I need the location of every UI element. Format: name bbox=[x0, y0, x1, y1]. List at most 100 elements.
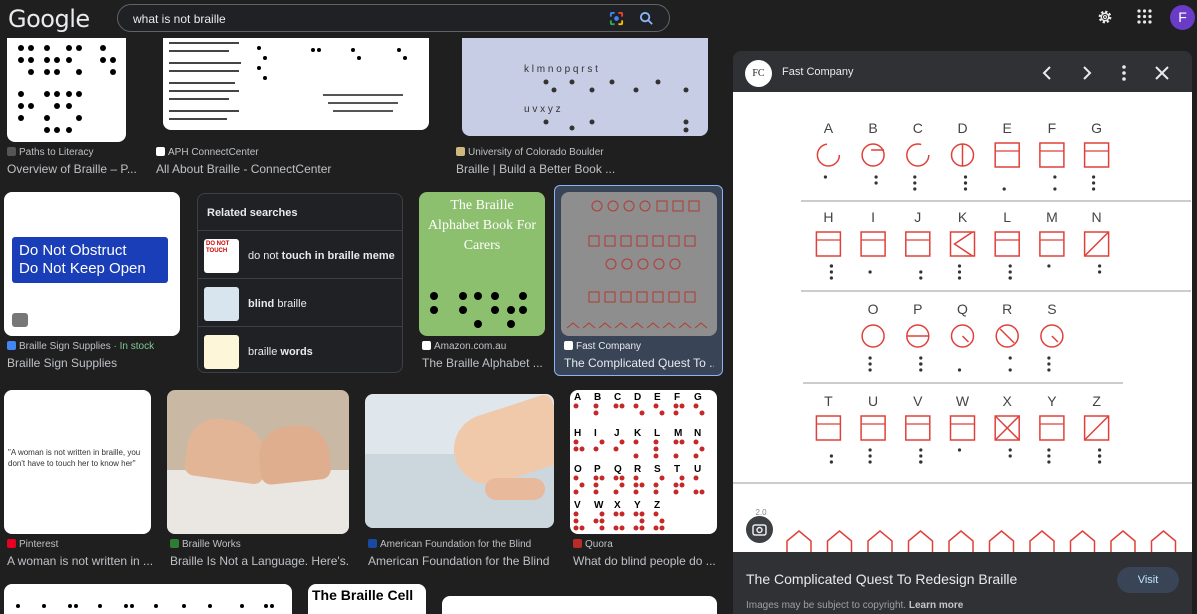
result-image-pinterest[interactable]: "A woman is not written in braille, you … bbox=[4, 390, 151, 534]
letter-label: D bbox=[957, 120, 967, 136]
settings-gear-icon[interactable] bbox=[1096, 8, 1114, 26]
svg-text:F: F bbox=[674, 392, 680, 403]
google-lens-icon[interactable] bbox=[609, 11, 624, 26]
result-image-aph[interactable] bbox=[163, 38, 429, 130]
braille-dot bbox=[1053, 187, 1057, 191]
braille-dot bbox=[1047, 448, 1051, 452]
google-logo[interactable]: Google bbox=[8, 5, 90, 33]
price-tag-icon bbox=[12, 313, 28, 327]
result-title[interactable]: Overview of Braille – P... bbox=[7, 162, 157, 176]
result-source[interactable]: Quora bbox=[573, 539, 723, 550]
result-title[interactable]: Braille Is Not a Language. Here's... bbox=[170, 554, 350, 568]
result-image-braille-strip[interactable] bbox=[4, 584, 292, 614]
account-avatar[interactable]: F bbox=[1170, 5, 1195, 30]
braille-dot bbox=[963, 181, 968, 185]
close-icon[interactable] bbox=[1153, 64, 1171, 82]
result-source[interactable]: Braille Works bbox=[170, 539, 350, 550]
braille-dot bbox=[957, 448, 962, 452]
braille-dot bbox=[1008, 454, 1012, 458]
result-title[interactable]: What do blind people do ... bbox=[573, 554, 723, 568]
search-input[interactable]: what is not braille bbox=[133, 12, 226, 26]
braille-dot bbox=[1047, 362, 1051, 366]
braille-dot bbox=[1047, 368, 1051, 372]
result-source[interactable]: Braille Sign Supplies · In stock bbox=[7, 341, 183, 352]
result-image-colorado[interactable]: k l m n o p q r s t u v x y z bbox=[462, 38, 708, 136]
letter-label: H bbox=[823, 209, 833, 225]
braille-dots-image bbox=[430, 292, 527, 328]
result-title[interactable]: Braille Sign Supplies bbox=[7, 356, 183, 370]
result-source[interactable]: Amazon.com.au bbox=[422, 341, 552, 352]
learn-more-link[interactable]: Learn more bbox=[909, 600, 963, 611]
braille-dot bbox=[919, 454, 923, 458]
braille-dot bbox=[1092, 181, 1096, 185]
svg-text:Y: Y bbox=[634, 500, 641, 511]
result-title[interactable]: American Foundation for the Blind bbox=[368, 554, 554, 568]
result-image-amazon-book[interactable]: The Braille Alphabet Book For Carers bbox=[419, 192, 545, 336]
result-source[interactable]: Pinterest bbox=[7, 539, 157, 550]
braille-dot bbox=[868, 460, 872, 464]
letter-label: U bbox=[868, 393, 878, 409]
svg-text:u v x y z: u v x y z bbox=[524, 104, 561, 115]
result-image-partial[interactable] bbox=[442, 596, 717, 614]
result-title[interactable]: A woman is not written in ... bbox=[7, 554, 152, 568]
search-box[interactable]: what is not braille bbox=[117, 4, 670, 32]
result-title[interactable]: The Complicated Quest To ... bbox=[564, 356, 714, 370]
result-source[interactable]: University of Colorado Boulder bbox=[456, 147, 716, 158]
search-inside-image-button[interactable] bbox=[746, 516, 773, 543]
result-image-braille-works[interactable] bbox=[167, 390, 349, 534]
result-image-afb[interactable] bbox=[365, 394, 554, 528]
result-title[interactable]: All About Braille - ConnectCenter bbox=[156, 162, 416, 176]
svg-text:U: U bbox=[694, 464, 701, 475]
braille-dot bbox=[1047, 460, 1051, 464]
preview-image[interactable]: A B C D E F G H I J K L M N O P Q R S T U V W X Y Z 2.0 bbox=[733, 92, 1192, 556]
braille-dot bbox=[829, 264, 833, 268]
letter-symbol bbox=[1039, 415, 1065, 441]
letter-label: A bbox=[824, 120, 834, 136]
result-image-braille-cell[interactable]: The Braille Cell bbox=[308, 584, 426, 614]
braille-dot bbox=[1008, 356, 1012, 360]
glyph-house-mark bbox=[948, 530, 974, 556]
search-icon[interactable] bbox=[639, 11, 654, 26]
braille-redesign-chart: A B C D E F GH I J K L M NO P Q R ST U V W X Y Z2.0 bbox=[733, 120, 1192, 556]
previous-arrow-icon[interactable] bbox=[1039, 64, 1057, 82]
braille-dot bbox=[957, 276, 962, 280]
result-title[interactable]: The Braille Alphabet ... bbox=[422, 356, 546, 370]
result-title[interactable]: Braille | Build a Better Book ... bbox=[456, 162, 716, 176]
letter-label: S bbox=[1047, 301, 1056, 317]
braille-dot bbox=[1098, 264, 1102, 268]
result-image-sign-supplies[interactable]: Do Not Obstruct Do Not Keep Open bbox=[4, 192, 180, 336]
related-search-item[interactable]: DO NOT TOUCH do not touch in braille mem… bbox=[198, 230, 402, 278]
braille-dots-image bbox=[18, 45, 116, 133]
panel-source[interactable]: Fast Company bbox=[782, 66, 854, 78]
result-source[interactable]: Fast Company bbox=[564, 341, 714, 352]
braille-dot bbox=[913, 187, 917, 191]
braille-dot bbox=[1098, 448, 1102, 452]
letter-label: L bbox=[1003, 209, 1011, 225]
letter-symbol bbox=[1039, 231, 1065, 257]
thumb-image bbox=[485, 478, 545, 500]
apps-grid-icon[interactable] bbox=[1137, 9, 1152, 24]
result-source[interactable]: Paths to Literacy bbox=[7, 147, 157, 158]
related-search-item[interactable]: braille words bbox=[198, 326, 402, 374]
letter-symbol bbox=[861, 143, 885, 167]
braille-dots-image bbox=[16, 604, 274, 608]
next-arrow-icon[interactable] bbox=[1077, 64, 1095, 82]
preview-title[interactable]: The Complicated Quest To Redesign Braill… bbox=[746, 571, 1017, 587]
result-image-paths-to-literacy[interactable] bbox=[7, 38, 126, 142]
more-options-icon[interactable] bbox=[1115, 64, 1133, 82]
visit-button[interactable]: Visit bbox=[1117, 567, 1179, 593]
letter-symbol bbox=[815, 415, 842, 441]
result-image-quora[interactable]: A B C D E F G H I J K L M N O P Q R S T U V WX Y Z bbox=[570, 390, 717, 534]
fast-company-logo[interactable]: FC bbox=[745, 60, 772, 87]
camera-lens-icon bbox=[752, 524, 767, 536]
result-image-fast-company[interactable] bbox=[561, 192, 717, 336]
letter-label: P bbox=[913, 301, 922, 317]
result-source[interactable]: American Foundation for the Blind bbox=[368, 539, 558, 550]
svg-text:k l m n o p q r s t: k l m n o p q r s t bbox=[524, 64, 598, 75]
svg-text:C: C bbox=[614, 392, 621, 403]
symbol-stroke bbox=[1084, 231, 1110, 257]
result-source[interactable]: APH ConnectCenter bbox=[156, 147, 416, 158]
hand-image bbox=[256, 422, 332, 486]
letter-label: M bbox=[1046, 209, 1058, 225]
related-search-item[interactable]: blind braille bbox=[198, 278, 402, 326]
